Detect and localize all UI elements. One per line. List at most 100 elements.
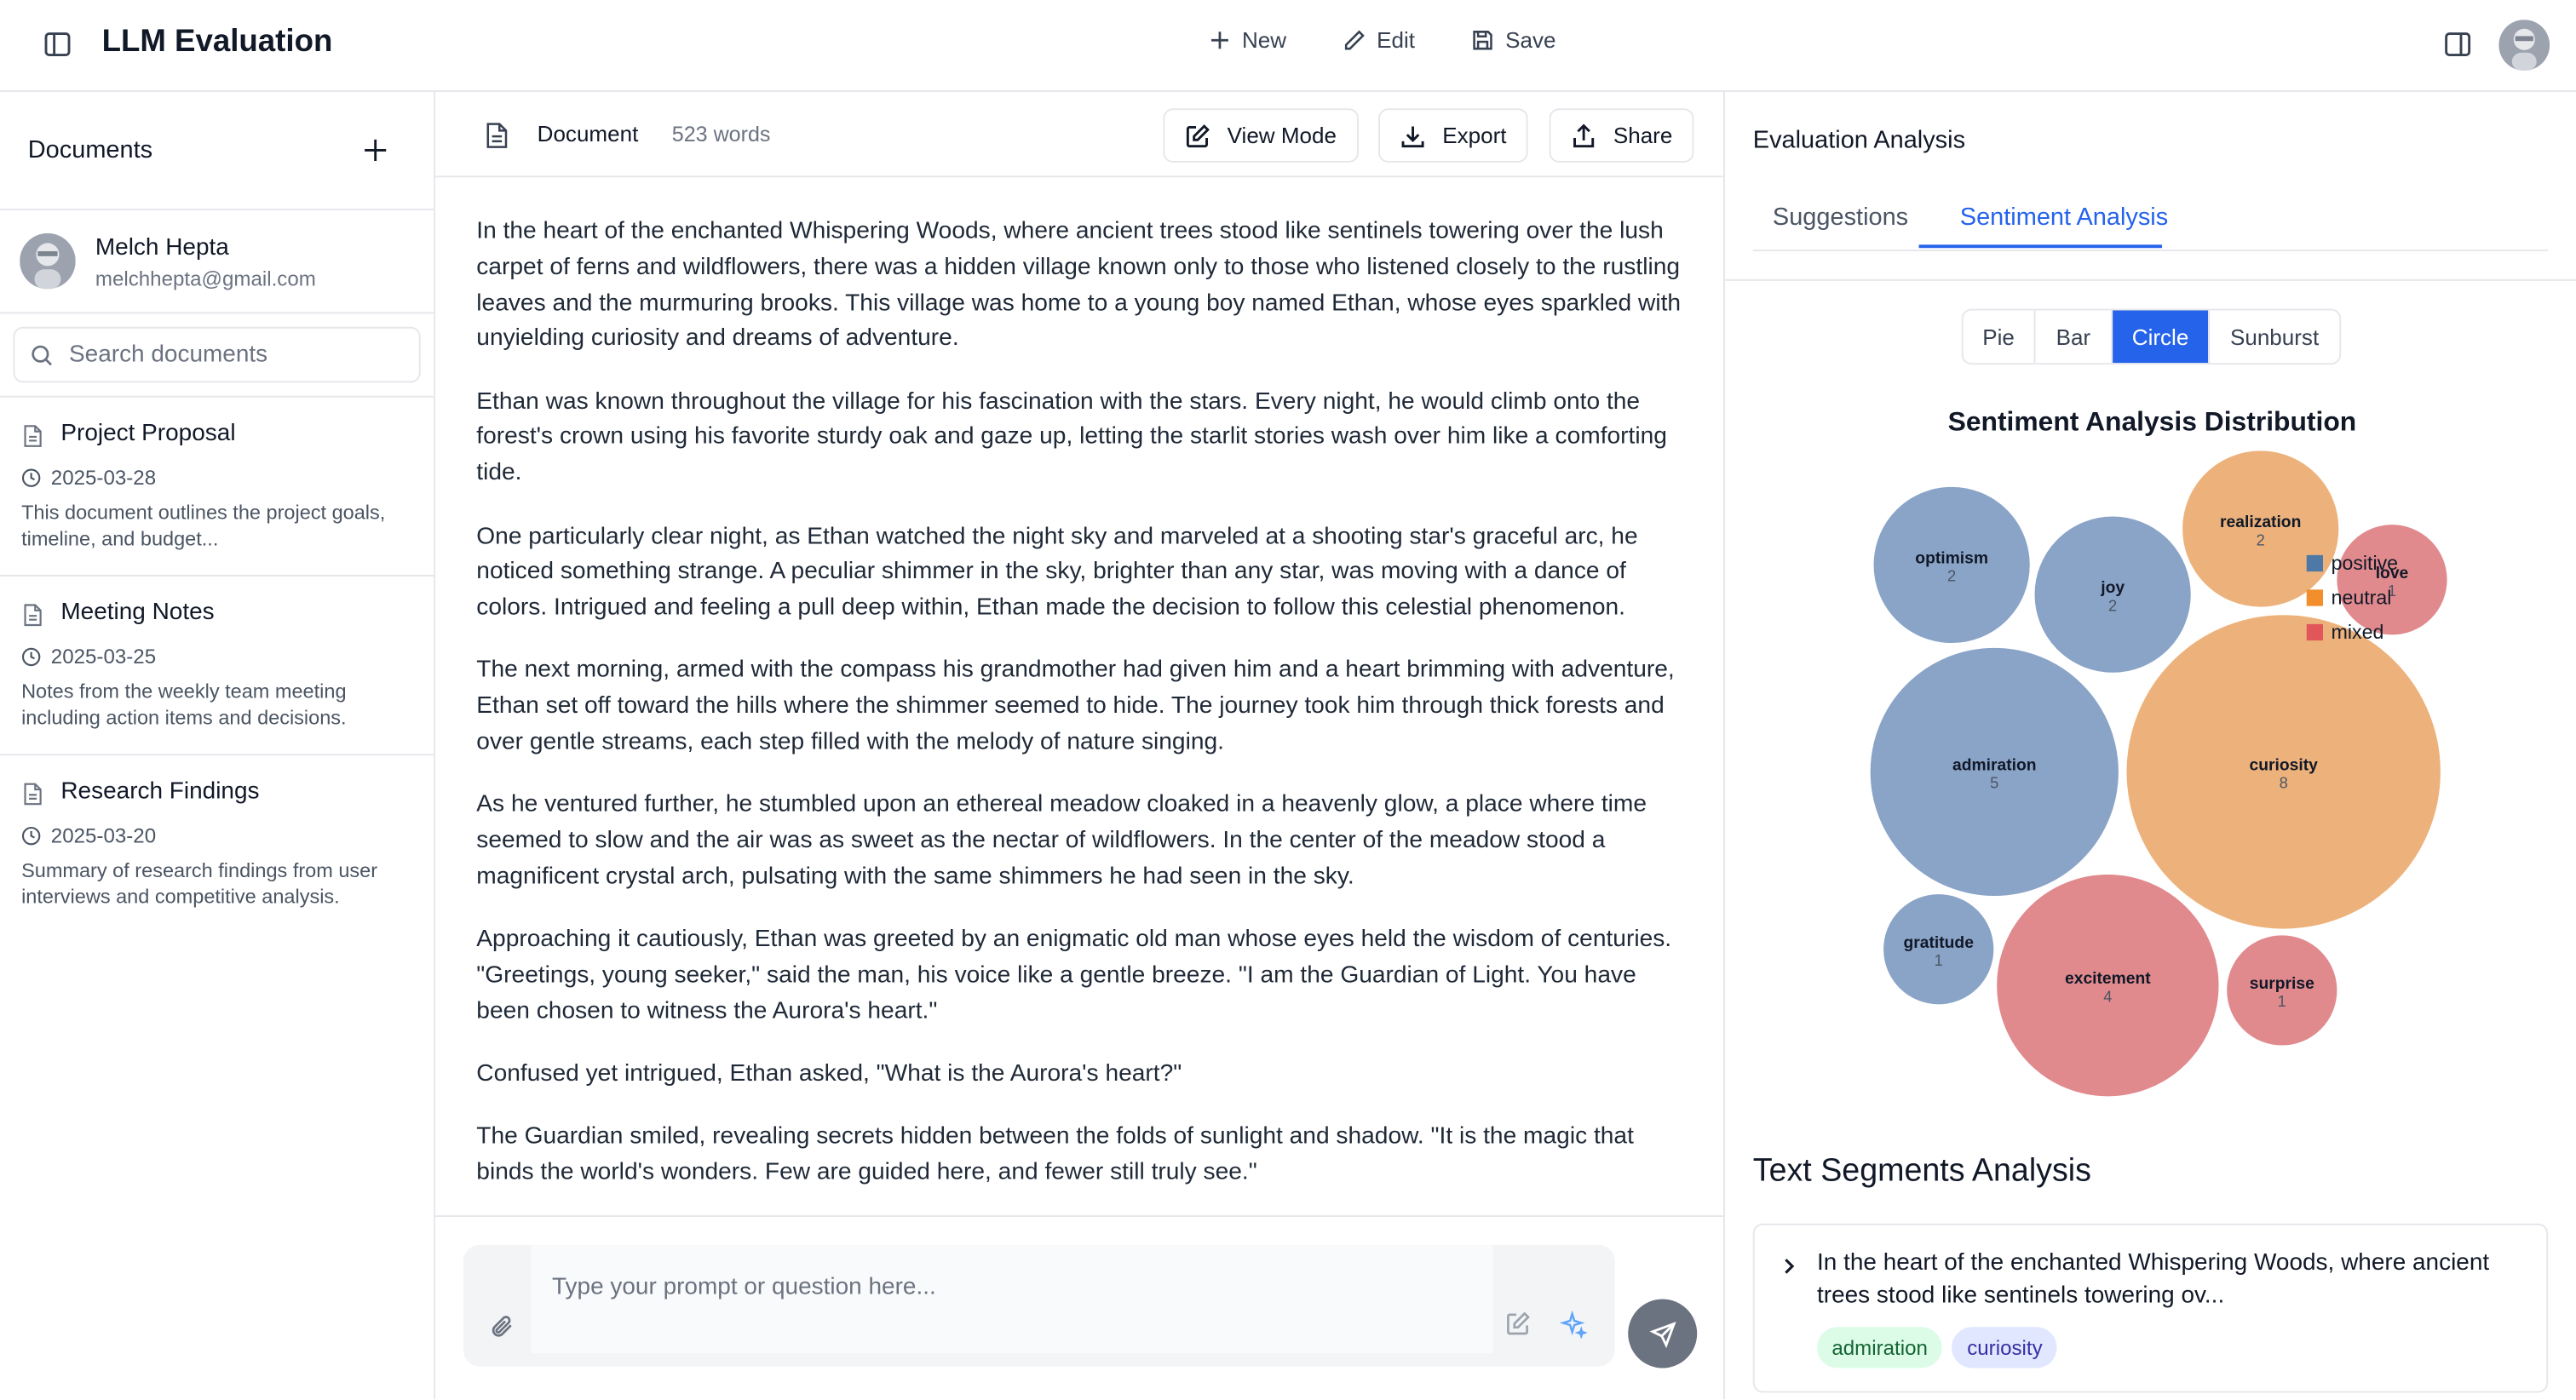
tab-sentiment-analysis[interactable]: Sentiment Analysis <box>1960 204 2168 232</box>
user-card[interactable]: Melch Hepta melchhepta@gmail.com <box>0 210 434 314</box>
bubble-value: 4 <box>2103 987 2112 1005</box>
document-paragraph: Approaching it cautiously, Ethan was gre… <box>476 927 1672 1025</box>
document-item-meeting-notes[interactable]: Meeting Notes 2025-03-25 Notes from the … <box>0 577 434 756</box>
tag-curiosity[interactable]: curiosity <box>1952 1327 2057 1368</box>
add-document-icon[interactable] <box>361 136 389 164</box>
edit-prompt-icon[interactable] <box>1505 1311 1532 1337</box>
search-input[interactable] <box>68 341 398 368</box>
file-icon <box>24 783 42 806</box>
tag-admiration[interactable]: admiration <box>1816 1327 1943 1368</box>
edit-button-label: Edit <box>1377 27 1416 53</box>
document-date: 2025-03-28 <box>21 467 156 490</box>
evaluation-tabs: Suggestions Sentiment Analysis <box>1752 177 2549 252</box>
paperclip-icon[interactable] <box>488 1312 516 1340</box>
document-item-project-proposal[interactable]: Project Proposal 2025-03-28 This documen… <box>0 398 434 577</box>
legend-swatch-mixed <box>2306 623 2323 641</box>
bubble-label: realization <box>2220 514 2301 531</box>
share-button[interactable]: Share <box>1549 108 1694 163</box>
document-icon <box>486 123 508 148</box>
view-mode-button[interactable]: View Mode <box>1163 108 1359 163</box>
chart-title: Sentiment Analysis Distribution <box>1948 405 2357 436</box>
segment-card[interactable]: In the heart of the enchanted Whispering… <box>1752 1223 2549 1393</box>
clock-icon <box>21 647 41 667</box>
new-button-label: New <box>1241 27 1287 53</box>
bubble-value: 1 <box>2278 992 2286 1010</box>
documents-sidebar: Documents Melch Hepta melchhepta@gmail.c… <box>0 91 436 1400</box>
bubble-value: 8 <box>2280 774 2288 792</box>
document-item-research-findings[interactable]: Research Findings 2025-03-20 Summary of … <box>0 755 434 934</box>
prompt-box <box>463 1244 1615 1367</box>
document-title: Research Findings <box>60 778 260 805</box>
documents-header: Documents <box>0 92 434 210</box>
document-paragraph: One particularly clear night, as Ethan w… <box>476 523 1638 622</box>
download-icon <box>1401 125 1424 147</box>
document-paragraph: The next morning, armed with the compass… <box>476 657 1675 756</box>
evaluation-panel: Evaluation Analysis Suggestions Sentimen… <box>1724 92 2576 1399</box>
document-description: Summary of research findings from user i… <box>21 858 378 909</box>
plus-icon <box>1211 32 1228 49</box>
chart-type-sunburst[interactable]: Sunburst <box>2210 310 2339 363</box>
document-date: 2025-03-25 <box>21 645 156 668</box>
sidebar-toggle-icon[interactable] <box>43 30 72 60</box>
file-icon <box>24 425 42 447</box>
chevron-right-icon[interactable] <box>1780 1256 1799 1276</box>
document-date: 2025-03-20 <box>21 824 156 847</box>
avatar <box>20 232 76 290</box>
document-paragraph: In the heart of the enchanted Whispering… <box>476 218 1682 353</box>
save-button[interactable]: Save <box>1471 27 1556 53</box>
send-button[interactable] <box>1628 1299 1698 1368</box>
document-description: This document outlines the project goals… <box>21 501 386 551</box>
bubble-value: 1 <box>1935 951 1943 969</box>
export-button[interactable]: Export <box>1378 108 1528 163</box>
prompt-input[interactable] <box>530 1244 1494 1354</box>
share-label: Share <box>1613 123 1673 148</box>
new-button[interactable]: New <box>1207 28 1286 53</box>
document-paragraph: Ethan was known throughout the village f… <box>476 388 1667 487</box>
document-panel: Document 523 words View Mode Export Shar… <box>435 91 1725 1400</box>
segment-tags: admiration curiosity <box>1816 1327 2057 1368</box>
send-icon <box>1648 1321 1676 1348</box>
top-bar: LLM Evaluation New Edit Save <box>0 0 2576 92</box>
document-date-text: 2025-03-28 <box>50 466 157 490</box>
legend-label-positive: positive <box>2332 552 2398 574</box>
save-button-label: Save <box>1505 27 1556 53</box>
bubbles-group: optimism2joy2realization2love1admiration… <box>1868 449 2449 1099</box>
document-label: Document <box>537 121 639 146</box>
chart-type-pie[interactable]: Pie <box>1964 310 2036 364</box>
document-date-text: 2025-03-25 <box>50 645 157 668</box>
prompt-area <box>435 1215 1725 1399</box>
document-paragraph: As he ventured further, he stumbled upon… <box>476 792 1647 891</box>
search-box[interactable] <box>13 326 421 383</box>
legend-label-neutral: neutral <box>2332 587 2392 609</box>
segments-title: Text Segments Analysis <box>1752 1152 2091 1190</box>
bubble-value: 2 <box>1947 567 1956 585</box>
bubble-label: gratitude <box>1904 934 1975 952</box>
user-avatar[interactable] <box>2498 20 2550 71</box>
bubble-label: curiosity <box>2250 756 2319 774</box>
document-body[interactable]: In the heart of the enchanted Whispering… <box>435 177 1725 1215</box>
documents-title: Documents <box>27 136 153 164</box>
document-title: Meeting Notes <box>60 599 215 626</box>
legend-swatch-neutral <box>2306 589 2323 606</box>
evaluation-title: Evaluation Analysis <box>1752 126 1966 155</box>
document-paragraph: The Guardian smiled, revealing secrets h… <box>476 1123 1634 1186</box>
word-count: 523 words <box>671 121 771 146</box>
document-date-text: 2025-03-20 <box>50 824 157 848</box>
clock-icon <box>21 826 41 846</box>
tab-suggestions[interactable]: Suggestions <box>1773 204 1908 232</box>
edit-button[interactable]: Edit <box>1343 28 1415 53</box>
chart-type-circle[interactable]: Circle <box>2113 310 2210 364</box>
search-wrapper <box>0 313 434 398</box>
pencil-icon <box>1344 30 1365 50</box>
active-tab-indicator <box>1918 244 2162 249</box>
bubble-label: admiration <box>1952 756 2036 774</box>
segment-text: In the heart of the enchanted Whispering… <box>1816 1249 2490 1310</box>
bubble-label: excitement <box>2065 970 2151 988</box>
sparkles-icon[interactable] <box>1559 1310 1587 1339</box>
chart-type-bar[interactable]: Bar <box>2035 310 2113 364</box>
file-icon <box>24 604 42 627</box>
legend-label-mixed: mixed <box>2332 621 2384 643</box>
right-panel-toggle-icon[interactable] <box>2443 30 2473 60</box>
bubble-value: 2 <box>2108 596 2117 614</box>
user-name: Melch Hepta <box>95 234 229 261</box>
